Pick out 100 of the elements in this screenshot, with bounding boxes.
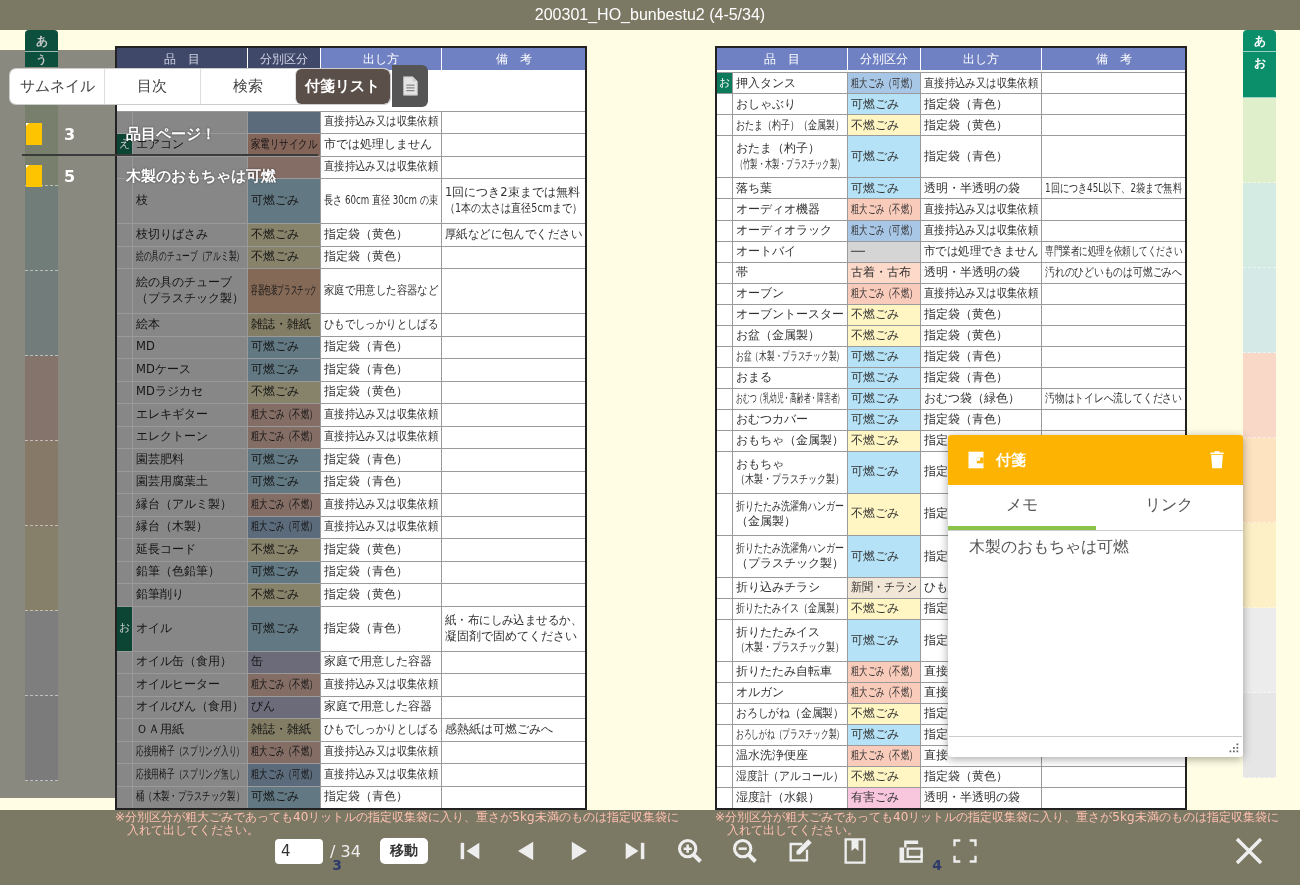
category-cell: 可燃ごみ — [847, 388, 920, 409]
go-button[interactable]: 移動 — [379, 838, 428, 864]
footnote-line: ※分別区分が粗大ごみであっても40リットルの指定収集袋に入り、重さが5kg未満のものは指定収集袋に — [715, 811, 1279, 824]
panel-tab[interactable]: 目次 — [104, 68, 200, 104]
panel-tab[interactable]: サムネイル — [10, 68, 105, 104]
table-cell: 直接持込み又は収集依頼 — [920, 220, 1041, 241]
table-cell: 感熱紙は可燃ごみへ — [441, 719, 585, 741]
category-cell: 不燃ごみ — [847, 115, 920, 136]
category-cell: 雑誌・雑紙 — [247, 719, 320, 741]
table-cell: 家庭で用意した容器 — [320, 651, 441, 673]
page-number-field[interactable]: 4 — [275, 838, 323, 864]
table-cell — [117, 539, 132, 561]
table-cell: 直接持込み又は収集依頼 — [320, 516, 441, 538]
category-cell: 不燃ごみ — [847, 430, 920, 451]
table-cell: 指定袋（青色） — [320, 449, 441, 471]
panel-tab[interactable]: 付箋リスト — [294, 68, 390, 104]
table-cell — [117, 719, 132, 741]
category-cell: 可燃ごみ — [847, 619, 920, 661]
table-cell-line: （木製・プラスチック製） — [736, 472, 844, 488]
table-cell: 指定袋（青色） — [920, 409, 1041, 430]
category-cell: 不燃ごみ — [847, 766, 920, 787]
table-cell: 直接持込み又は収集依頼 — [320, 404, 441, 426]
window-title: 200301_HO_bunbestu2 (4-5/34) — [534, 6, 766, 24]
page-number: 4 — [932, 857, 942, 873]
table-cell: MD — [132, 336, 247, 358]
table-cell: 直接持込み又は収集依頼 — [320, 426, 441, 448]
index-tab[interactable]: あ — [1243, 30, 1276, 52]
table-cell: 応接用椅子（スプリング入り） — [132, 741, 247, 763]
category-cell: 粗大ごみ（可燃） — [847, 73, 920, 94]
category-cell: 粗大ごみ（不燃） — [247, 494, 320, 516]
table-cell: 指定袋（青色） — [320, 561, 441, 583]
table-cell — [117, 471, 132, 493]
table-cell: 指定袋（青色） — [320, 336, 441, 358]
column-header: 分別区分 — [247, 48, 320, 70]
table-cell: 指定袋（青色） — [320, 471, 441, 493]
table-cell — [117, 786, 132, 808]
table-cell: 鉛筆削り — [132, 584, 247, 606]
table-cell: 指定袋（黄色） — [320, 246, 441, 268]
table-cell-line: （プラスチック製） — [736, 556, 844, 572]
table-cell: オイルヒーター — [132, 674, 247, 696]
table-cell: 指定袋（黄色） — [920, 115, 1041, 136]
category-cell: 可燃ごみ — [847, 367, 920, 388]
column-header: 出し方 — [920, 48, 1041, 70]
table-cell: 汚れのひどいものは可燃ごみへ — [1041, 262, 1185, 283]
popup-tab[interactable]: リンク — [1095, 485, 1243, 530]
table-cell — [117, 674, 132, 696]
footnote-line: ※分別区分が粗大ごみであっても40リットルの指定収集袋に入り、重さが5kg未満のものは指定収集袋に — [115, 811, 679, 824]
table-cell: 指定袋（青色） — [920, 136, 1041, 178]
column-header: 備 考 — [1041, 48, 1185, 70]
table-cell: おむつ袋（緑色） — [920, 388, 1041, 409]
table-cell: 直接持込み又は収集依頼 — [320, 764, 441, 786]
index-tab[interactable]: あ — [25, 30, 58, 52]
table-cell — [117, 516, 132, 538]
fullscreen-icon[interactable] — [950, 837, 979, 865]
table-cell: 指定袋（黄色） — [320, 539, 441, 561]
index-tab[interactable]: お — [1243, 52, 1276, 98]
category-cell: 粗大ごみ（不燃） — [847, 199, 920, 220]
category-cell: 粗大ごみ（不燃） — [847, 745, 920, 766]
table-cell-line: （木製・プラスチック製） — [736, 640, 844, 656]
category-cell: 可燃ごみ — [847, 346, 920, 367]
trash-icon[interactable] — [1207, 449, 1227, 471]
table-cell — [117, 246, 132, 268]
panel-tab[interactable]: 検索 — [199, 68, 295, 104]
category-cell: 不燃ごみ — [247, 539, 320, 561]
table-cell — [117, 561, 132, 583]
table-cell-line: （金属製） — [736, 514, 796, 530]
category-cell: 可燃ごみ — [247, 336, 320, 358]
table-cell: 専門業者に処理を依頼してください — [1041, 241, 1185, 262]
column-header: 備 考 — [441, 48, 585, 70]
table-cell: 園芸肥料 — [132, 449, 247, 471]
category-cell: 粗大ごみ（不燃） — [847, 661, 920, 682]
table-cell: 指定袋（青色） — [920, 367, 1041, 388]
table-cell — [117, 449, 132, 471]
category-cell: びん — [247, 696, 320, 718]
note-icon — [966, 450, 986, 470]
table-cell-line: 紙・布にしみ込ませるか、 — [445, 613, 582, 629]
zoom-in-icon[interactable] — [675, 837, 704, 865]
close-icon[interactable] — [1233, 835, 1265, 867]
table-cell: 桶（木製・プラスチック製） — [132, 786, 247, 808]
table-cell — [117, 494, 132, 516]
category-cell: 不燃ごみ — [247, 381, 320, 403]
table-cell — [117, 741, 132, 763]
table-cell: 縁台（木製） — [132, 516, 247, 538]
table-cell: エレキギター — [132, 404, 247, 426]
table-cell: 指定袋（黄色） — [920, 325, 1041, 346]
memo-field[interactable]: 木製のおもちゃは可燃 — [949, 531, 1242, 737]
table-cell: 枝切りばさみ — [132, 224, 247, 246]
table-cell — [117, 584, 132, 606]
category-cell: 可燃ごみ — [247, 561, 320, 583]
popup-tab[interactable]: メモ — [948, 485, 1096, 530]
table-cell — [117, 314, 132, 336]
zoom-out-icon[interactable] — [730, 837, 759, 865]
category-cell: 粗大ごみ（不燃） — [247, 674, 320, 696]
index-tab[interactable]: う — [25, 52, 58, 67]
note-page-number[interactable]: 5 — [64, 166, 84, 186]
table-cell: 透明・半透明の袋 — [920, 178, 1041, 199]
note-page-number[interactable]: 3 — [64, 124, 84, 144]
table-cell: ひもでしっかりとしばる — [320, 719, 441, 741]
table-cell: エレクトーン — [132, 426, 247, 448]
table-cell-line: 凝固剤で固めてください — [445, 628, 577, 644]
